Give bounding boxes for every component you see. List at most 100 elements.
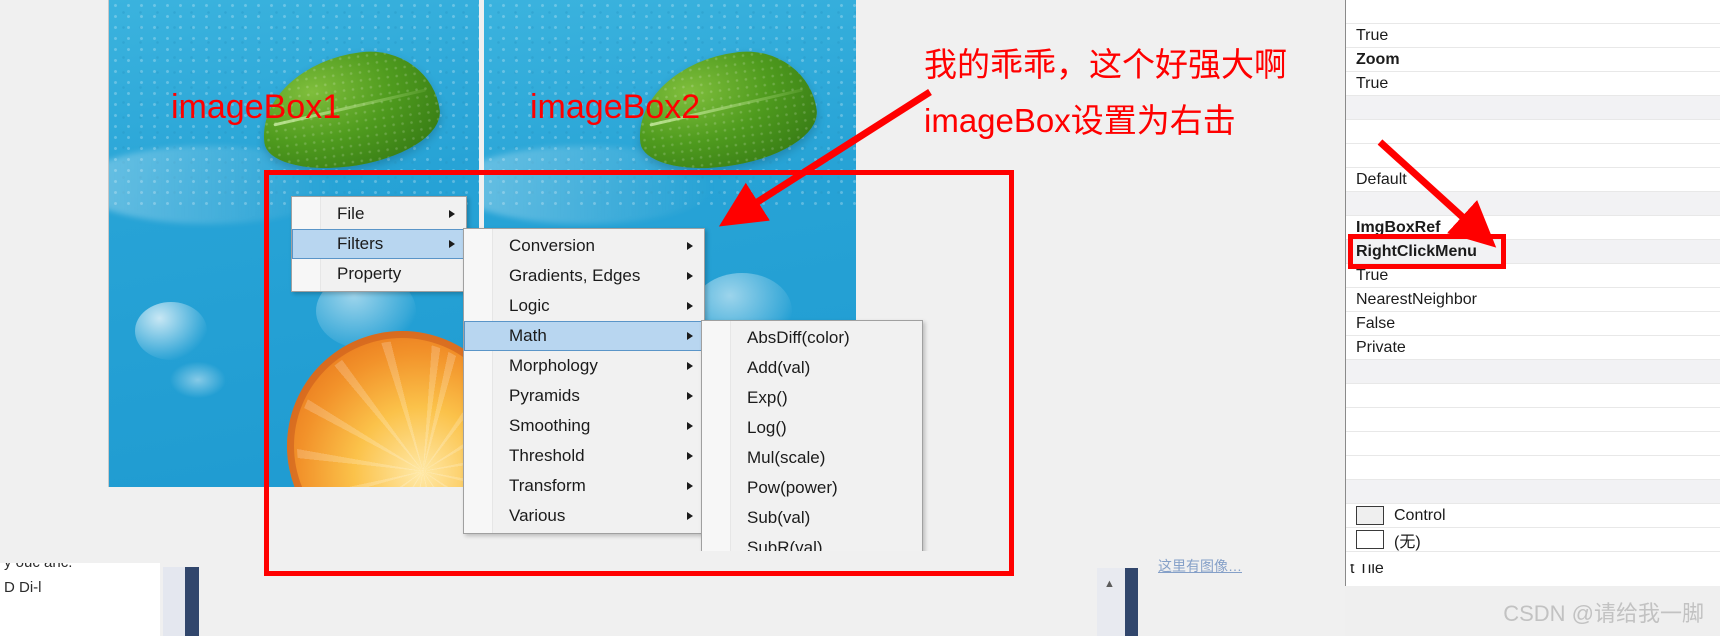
property-row-8[interactable]	[1346, 192, 1720, 216]
property-row-7[interactable]: Default	[1346, 168, 1720, 192]
menu-item-label: File	[337, 204, 365, 223]
menu-item-label: Morphology	[509, 356, 598, 375]
property-row-0[interactable]	[1346, 0, 1720, 24]
property-row-value: Default	[1356, 170, 1407, 188]
bottom-hyperlink[interactable]: 这里有图像…	[1158, 556, 1242, 576]
menu-item-level3-3[interactable]: Log()	[702, 413, 922, 443]
menu-item-label: Exp()	[747, 388, 788, 407]
bottom-cut-text-1: y ouc anc.	[4, 563, 72, 571]
menu-item-level1-0[interactable]: File	[292, 199, 466, 229]
property-row-13[interactable]: False	[1346, 312, 1720, 336]
menu-item-label: Various	[509, 506, 566, 525]
taskbar-chip-right-dark[interactable]	[1125, 568, 1138, 636]
property-row-3[interactable]: True	[1346, 72, 1720, 96]
menu-item-level1-1[interactable]: Filters	[292, 229, 466, 259]
property-grid-panel[interactable]: True Zoom True Default ImgBoxRef RightClickMe…	[1345, 0, 1720, 580]
annotation-text-line-2: imageBox设置为右击	[924, 102, 1236, 139]
menu-item-level1-2[interactable]: Property	[292, 259, 466, 289]
menu-item-level3-0[interactable]: AbsDiff(color)	[702, 323, 922, 353]
property-row-6[interactable]	[1346, 144, 1720, 168]
property-row-2[interactable]: Zoom	[1346, 48, 1720, 72]
menu-item-label: Pow(power)	[747, 478, 838, 497]
submenu-arrow-icon	[687, 392, 693, 400]
menu-item-label: Smoothing	[509, 416, 591, 435]
property-row-4[interactable]	[1346, 96, 1720, 120]
water-droplet-large-1	[134, 301, 207, 360]
property-row-value: True	[1356, 26, 1389, 44]
property-row-5[interactable]	[1346, 120, 1720, 144]
menu-item-level2-8[interactable]: Transform	[464, 471, 704, 501]
property-swatch-row-0[interactable]: Control	[1346, 504, 1720, 528]
imagebox-1-label: imageBox1	[171, 88, 342, 126]
menu-item-label: Conversion	[509, 236, 595, 255]
menu-item-label: Logic	[509, 296, 550, 315]
menu-item-label: AbsDiff(color)	[747, 328, 850, 347]
submenu-arrow-icon	[687, 482, 693, 490]
menu-item-level2-7[interactable]: Threshold	[464, 441, 704, 471]
submenu-arrow-icon	[687, 362, 693, 370]
property-row-14[interactable]: Private	[1346, 336, 1720, 360]
menu-item-level2-4[interactable]: Morphology	[464, 351, 704, 381]
property-row-value: NearestNeighbor	[1356, 290, 1477, 308]
menu-item-level2-1[interactable]: Gradients, Edges	[464, 261, 704, 291]
orange-segments-1	[296, 341, 479, 487]
property-row-10[interactable]: RightClickMenu	[1346, 240, 1720, 264]
menu-item-level3-2[interactable]: Exp()	[702, 383, 922, 413]
menu-item-label: Log()	[747, 418, 787, 437]
submenu-arrow-icon	[687, 302, 693, 310]
property-row-value: ImgBoxRef	[1356, 218, 1441, 236]
property-swatch-row-value: Control	[1394, 506, 1446, 524]
property-partial-tile-value: t Tile	[1350, 564, 1384, 577]
property-row-1[interactable]: True	[1346, 24, 1720, 48]
menu-item-level2-5[interactable]: Pyramids	[464, 381, 704, 411]
property-row-20[interactable]	[1346, 480, 1720, 504]
menu-item-level2-9[interactable]: Various	[464, 501, 704, 531]
taskbar-chip-left-dark[interactable]	[185, 567, 199, 636]
context-menu-level-1[interactable]: File Filters Property	[291, 196, 467, 292]
menu-item-level3-6[interactable]: Sub(val)	[702, 503, 922, 533]
menu-item-label: Threshold	[509, 446, 585, 465]
property-row-18[interactable]	[1346, 432, 1720, 456]
property-row-value: Zoom	[1356, 50, 1400, 68]
submenu-arrow-icon	[687, 422, 693, 430]
property-row-17[interactable]	[1346, 408, 1720, 432]
submenu-arrow-icon	[449, 210, 455, 218]
menu-item-label: Transform	[509, 476, 586, 495]
menu-item-level2-3[interactable]: Math	[464, 321, 704, 351]
context-menu-level-3[interactable]: AbsDiff(color) Add(val) Exp() Log() Mul(scal…	[701, 320, 923, 566]
color-swatch-icon[interactable]	[1356, 530, 1384, 549]
property-row-partial-tile: t Tile	[1345, 564, 1720, 586]
taskbar-chip-left-light[interactable]	[163, 567, 185, 636]
menu-item-label: Sub(val)	[747, 508, 811, 527]
menu-item-label: Pyramids	[509, 386, 580, 405]
submenu-arrow-icon	[687, 512, 693, 520]
menu-item-label: Math	[509, 326, 547, 345]
property-row-value: False	[1356, 314, 1396, 332]
menu-item-level2-2[interactable]: Logic	[464, 291, 704, 321]
submenu-arrow-icon	[687, 242, 693, 250]
csdn-watermark: CSDN @请给我一脚	[1503, 601, 1704, 626]
property-row-9[interactable]: ImgBoxRef	[1346, 216, 1720, 240]
property-row-19[interactable]	[1346, 456, 1720, 480]
property-row-11[interactable]: True	[1346, 264, 1720, 288]
menu-item-level3-4[interactable]: Mul(scale)	[702, 443, 922, 473]
menu-item-level3-1[interactable]: Add(val)	[702, 353, 922, 383]
annotation-text-line-1: 我的乖乖，这个好强大啊	[924, 46, 1287, 83]
context-menu-level-2[interactable]: Conversion Gradients, Edges Logic Math Morph…	[463, 228, 705, 534]
property-row-value: True	[1356, 74, 1389, 92]
property-row-16[interactable]	[1346, 384, 1720, 408]
menu-item-label: Add(val)	[747, 358, 811, 377]
menu-item-level2-6[interactable]: Smoothing	[464, 411, 704, 441]
orange-slice-1	[286, 331, 479, 487]
bottom-strip	[0, 551, 1345, 636]
property-swatch-row-1[interactable]: (无)	[1346, 528, 1720, 552]
menu-item-level2-0[interactable]: Conversion	[464, 231, 704, 261]
color-swatch-icon[interactable]	[1356, 506, 1384, 525]
property-row-15[interactable]	[1346, 360, 1720, 384]
menu-item-label: Mul(scale)	[747, 448, 826, 467]
property-row-12[interactable]: NearestNeighbor	[1346, 288, 1720, 312]
menu-item-level3-5[interactable]: Pow(power)	[702, 473, 922, 503]
menu-item-label: Gradients, Edges	[509, 266, 641, 285]
property-row-value: Private	[1356, 338, 1406, 356]
scroll-up-caret-icon[interactable]: ▲	[1104, 578, 1115, 590]
